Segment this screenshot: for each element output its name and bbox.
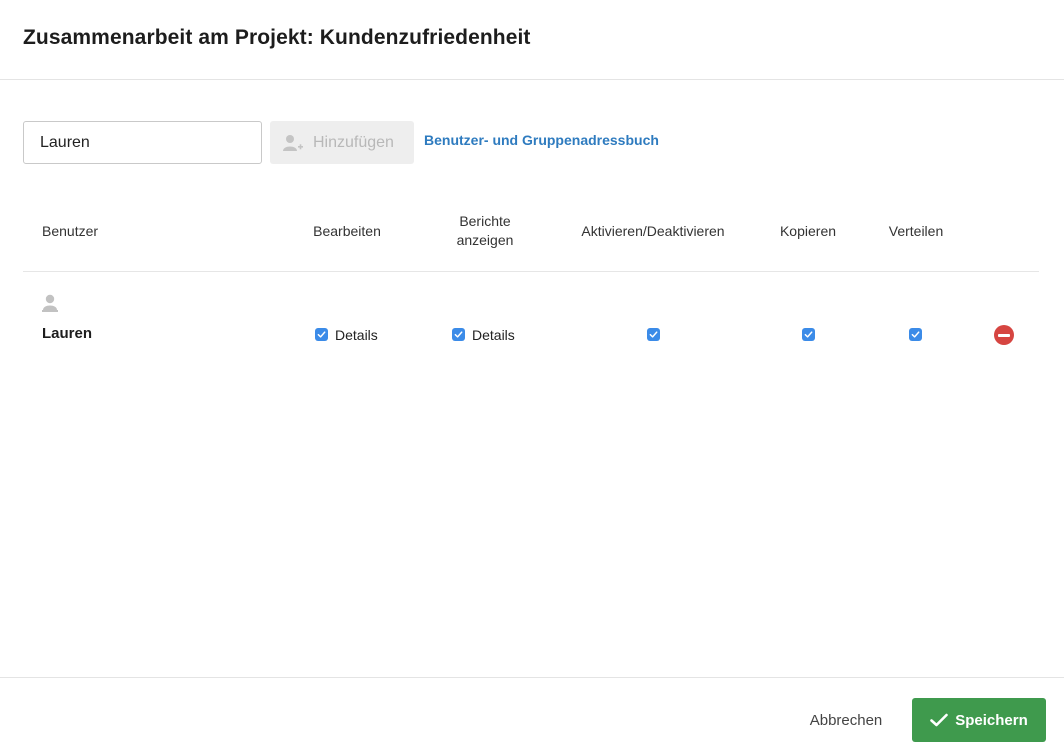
add-user-icon: [282, 134, 304, 152]
column-header-reports-line2: anzeigen: [456, 232, 514, 248]
save-button-label: Speichern: [955, 711, 1028, 729]
row-user-name: Lauren: [42, 325, 93, 342]
add-user-button[interactable]: Hinzufügen: [270, 121, 414, 164]
edit-details-link[interactable]: Details: [335, 327, 378, 343]
table-divider: [23, 271, 1039, 272]
check-icon: [804, 331, 813, 338]
check-icon: [649, 331, 658, 338]
edit-checkbox[interactable]: [315, 328, 328, 341]
column-header-activate: Aktivieren/Deaktivieren: [581, 223, 725, 239]
activate-checkbox[interactable]: [647, 328, 660, 341]
checkmark-icon: [930, 713, 949, 727]
add-user-button-label: Hinzufügen: [313, 133, 394, 151]
dialog-footer: [0, 677, 1064, 756]
column-header-reports-line1: Berichte: [459, 213, 511, 229]
user-search-input[interactable]: [23, 121, 262, 164]
column-header-edit: Bearbeiten: [313, 223, 381, 239]
distribute-checkbox[interactable]: [909, 328, 922, 341]
remove-user-icon[interactable]: [994, 325, 1014, 345]
column-header-copy: Kopieren: [779, 223, 837, 239]
check-icon: [911, 331, 920, 338]
column-header-user: Benutzer: [42, 223, 99, 239]
check-icon: [454, 331, 463, 338]
cancel-button[interactable]: Abbrechen: [796, 708, 896, 732]
column-header-distribute: Verteilen: [888, 223, 944, 239]
column-header-reports: Berichte anzeigen: [435, 212, 535, 250]
check-icon: [317, 331, 326, 338]
reports-checkbox[interactable]: [452, 328, 465, 341]
user-avatar-icon: [42, 294, 58, 312]
addressbook-link[interactable]: Benutzer- und Gruppenadressbuch: [424, 132, 659, 148]
reports-details-link[interactable]: Details: [472, 327, 515, 343]
dialog-title: Zusammenarbeit am Projekt: Kundenzufried…: [23, 26, 531, 49]
save-button[interactable]: Speichern: [912, 698, 1046, 742]
dialog-header: Zusammenarbeit am Projekt: Kundenzufried…: [0, 0, 1064, 80]
copy-checkbox[interactable]: [802, 328, 815, 341]
